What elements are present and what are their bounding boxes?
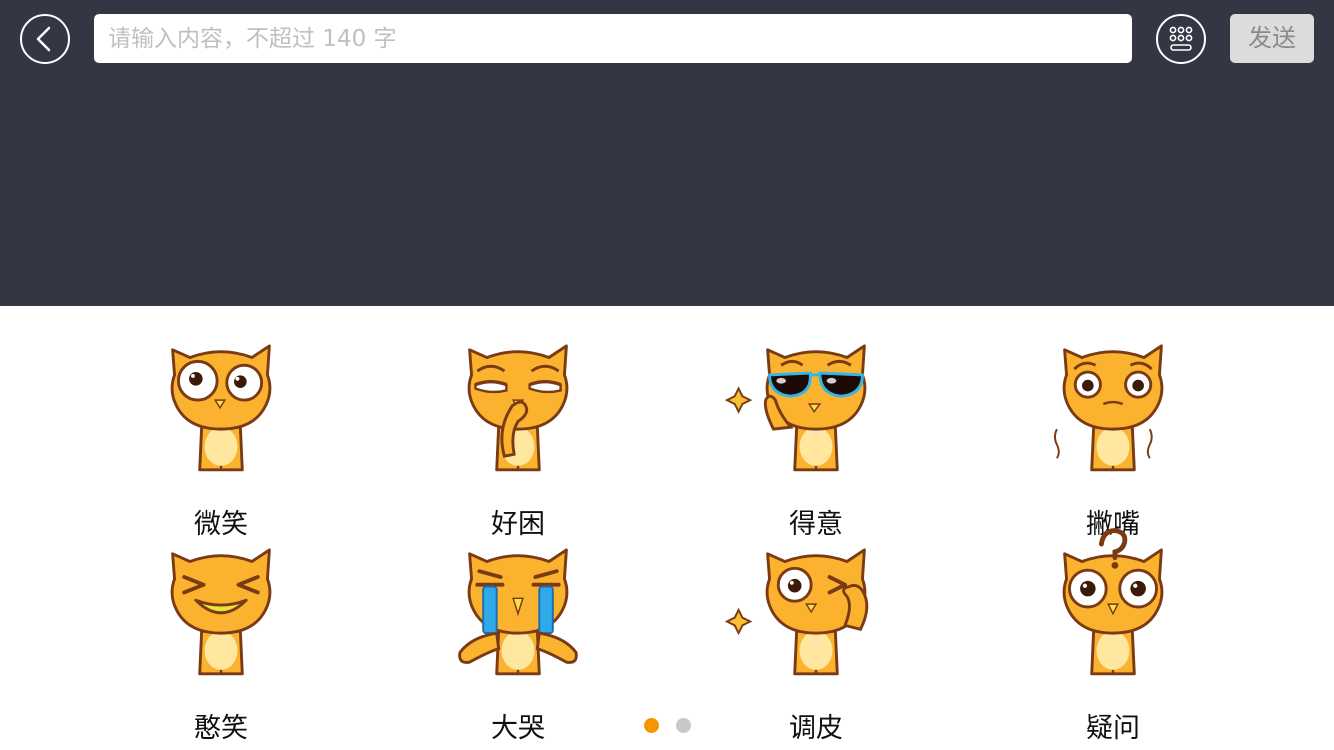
sticker-item-question[interactable]: 疑问 — [1013, 528, 1213, 744]
pout-cat-icon — [1053, 344, 1164, 472]
cool-sunglasses-cat-icon — [724, 344, 867, 472]
question-cat-icon — [1062, 528, 1164, 676]
page-dot-inactive[interactable] — [676, 718, 691, 733]
wink-cat-icon — [724, 548, 869, 676]
sticker-item-wink[interactable]: 调皮 — [716, 534, 916, 744]
sleepy-cat-icon — [467, 344, 569, 472]
keyboard-toggle-button[interactable] — [1156, 14, 1206, 64]
sticker-label: 疑问 — [1086, 713, 1140, 744]
chevron-left-icon — [36, 26, 51, 52]
sticker-label: 憨笑 — [194, 713, 248, 744]
sticker-item-pout[interactable]: 撇嘴 — [1013, 330, 1213, 540]
page-indicator — [642, 718, 694, 734]
cry-cat-icon — [458, 548, 578, 676]
sticker-item-cool-sunglasses[interactable]: 得意 — [716, 330, 916, 540]
sticker-label: 调皮 — [789, 713, 843, 744]
sticker-item-cry[interactable]: 大哭 — [418, 534, 618, 744]
back-button[interactable] — [20, 14, 70, 64]
compose-header: 发送 — [0, 0, 1334, 306]
send-button[interactable]: 发送 — [1230, 14, 1314, 63]
grin-cat-icon — [170, 548, 272, 676]
sticker-label: 大哭 — [491, 713, 545, 744]
sticker-item-sleepy[interactable]: 好困 — [418, 330, 618, 540]
message-input[interactable] — [94, 14, 1132, 63]
sticker-item-grin[interactable]: 憨笑 — [121, 534, 321, 744]
smile-cat-icon — [170, 344, 272, 472]
sticker-item-smile[interactable]: 微笑 — [121, 330, 321, 540]
page-dot-active[interactable] — [644, 718, 659, 733]
keyboard-icon — [1169, 26, 1193, 51]
sticker-panel: 微笑 好困 得意 撇嘴 憨笑 大哭 调皮 疑问 — [0, 306, 1334, 750]
